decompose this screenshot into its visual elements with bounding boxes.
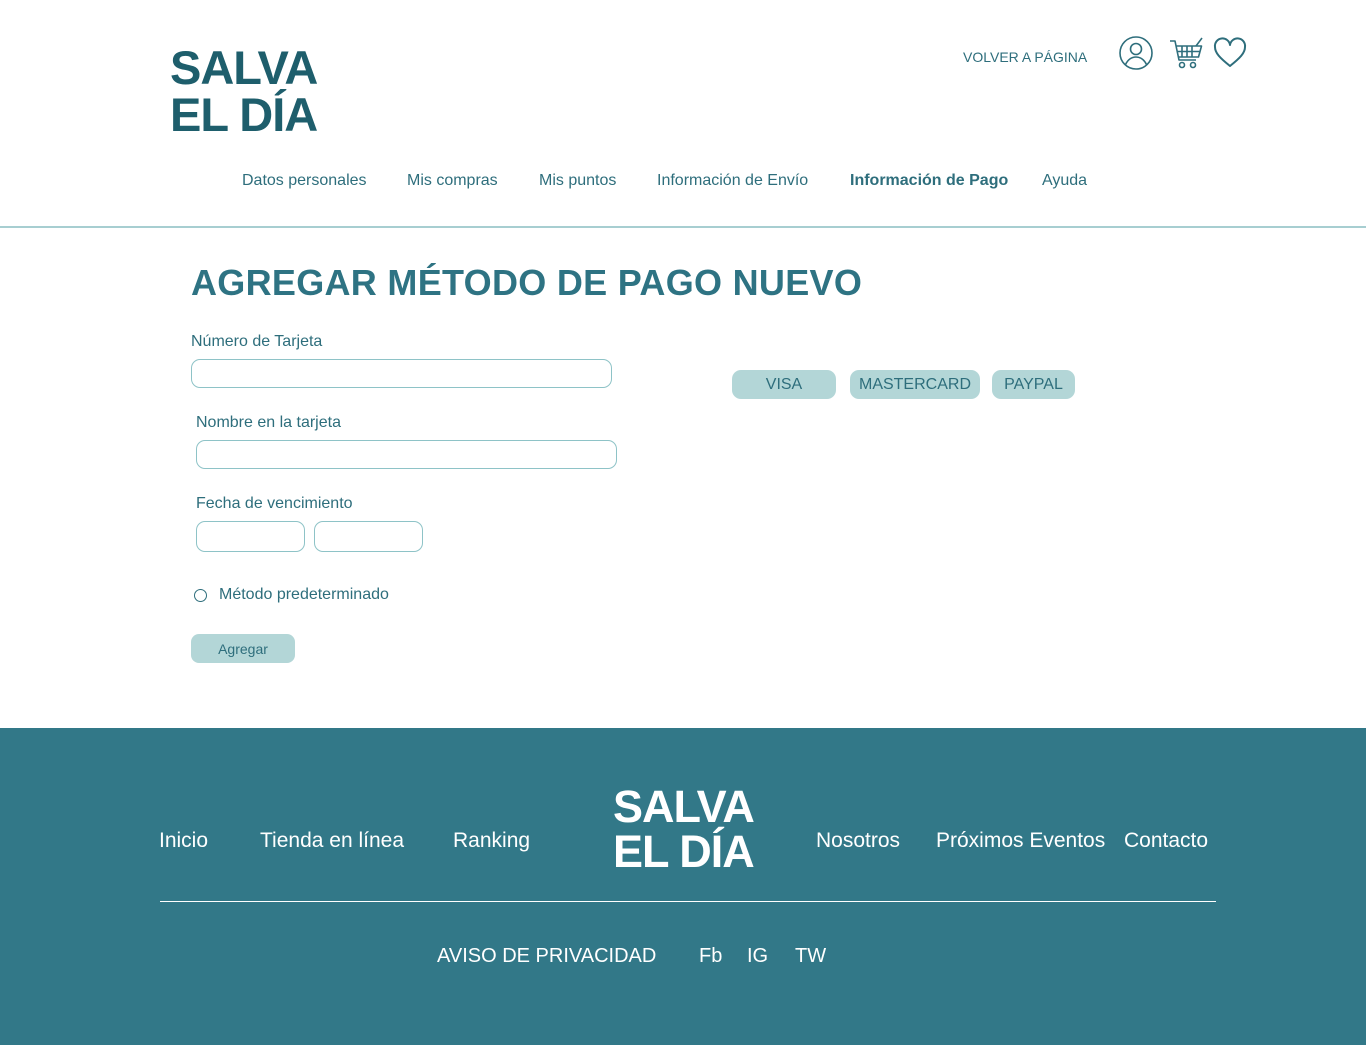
privacy-notice-link[interactable]: AVISO DE PRIVACIDAD — [437, 945, 656, 968]
footer-link-tienda[interactable]: Tienda en línea — [260, 829, 404, 853]
footer-link-nosotros[interactable]: Nosotros — [816, 829, 900, 853]
tab-informacion-pago[interactable]: Información de Pago — [850, 172, 1008, 190]
footer-link-contacto[interactable]: Contacto — [1124, 829, 1208, 853]
expiry-year-input[interactable] — [314, 521, 423, 552]
heart-icon[interactable] — [1212, 35, 1248, 71]
visa-button[interactable]: VISA — [732, 370, 836, 399]
twitter-link[interactable]: TW — [795, 945, 826, 968]
footer-link-ranking[interactable]: Ranking — [453, 829, 530, 853]
account-tabs: Datos personales Mis compras Mis puntos … — [0, 172, 1366, 196]
card-number-input[interactable] — [191, 359, 612, 388]
cart-icon[interactable] — [1169, 35, 1205, 71]
card-name-label: Nombre en la tarjeta — [196, 414, 341, 431]
paypal-button[interactable]: PAYPAL — [992, 370, 1075, 399]
default-method-label: Método predeterminado — [219, 586, 389, 603]
mastercard-button[interactable]: MASTERCARD — [850, 370, 980, 399]
footer-link-inicio[interactable]: Inicio — [159, 829, 208, 853]
tab-ayuda[interactable]: Ayuda — [1042, 172, 1087, 190]
tab-mis-puntos[interactable]: Mis puntos — [539, 172, 616, 190]
tab-informacion-envio[interactable]: Información de Envío — [657, 172, 808, 190]
expiry-month-input[interactable] — [196, 521, 305, 552]
footer-divider — [160, 901, 1216, 902]
user-icon[interactable] — [1118, 35, 1154, 71]
footer-logo-line-1: SALVA — [613, 781, 755, 832]
add-button[interactable]: Agregar — [191, 634, 295, 663]
site-logo[interactable]: SALVA EL DÍA — [170, 41, 318, 141]
logo-line-1: SALVA — [170, 41, 318, 94]
back-to-page-link[interactable]: VOLVER A PÁGINA — [963, 49, 1087, 65]
footer-logo-line-2: EL DÍA — [613, 826, 755, 877]
instagram-link[interactable]: IG — [747, 945, 768, 968]
logo-line-2: EL DÍA — [170, 88, 318, 141]
tab-datos-personales[interactable]: Datos personales — [242, 172, 367, 190]
card-name-input[interactable] — [196, 440, 617, 469]
expiry-date-label: Fecha de vencimiento — [196, 495, 353, 512]
tab-mis-compras[interactable]: Mis compras — [407, 172, 498, 190]
footer-logo[interactable]: SALVA EL DÍA — [613, 781, 755, 877]
facebook-link[interactable]: Fb — [699, 945, 722, 968]
site-header: SALVA EL DÍA VOLVER A PÁGINA Datos perso… — [0, 0, 1366, 228]
page-title: AGREGAR MÉTODO DE PAGO NUEVO — [191, 262, 863, 303]
site-footer: Inicio Tienda en línea Ranking SALVA EL … — [0, 728, 1366, 1045]
card-number-label: Número de Tarjeta — [191, 333, 323, 350]
footer-link-eventos[interactable]: Próximos Eventos — [936, 829, 1105, 853]
default-method-radio[interactable] — [194, 588, 207, 602]
default-method-option[interactable]: Método predeterminado — [194, 585, 389, 605]
